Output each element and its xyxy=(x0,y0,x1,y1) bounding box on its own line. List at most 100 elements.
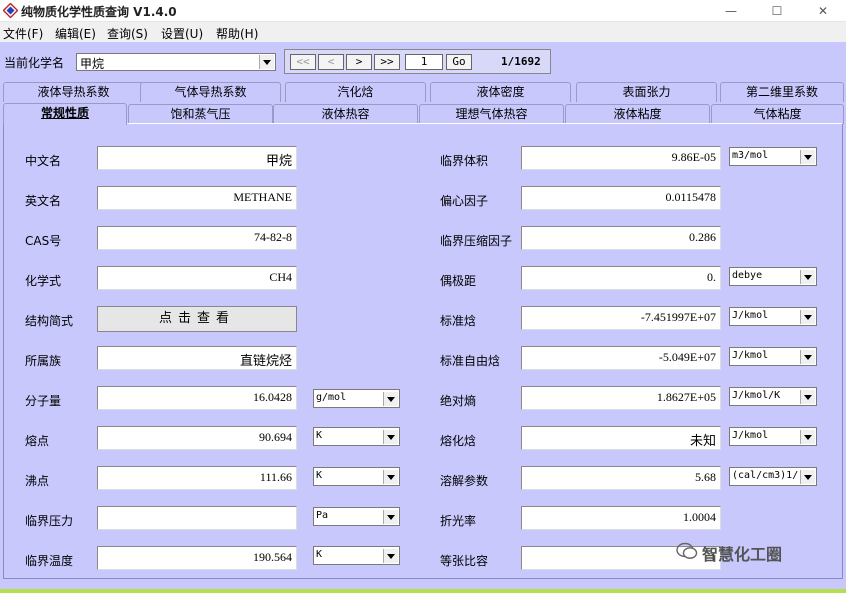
solubility-parameter-unit: (cal/cm3)1/ xyxy=(732,470,799,481)
critical-temperature-field[interactable]: 190.564 xyxy=(97,546,297,570)
tab-liquid-viscosity[interactable]: 液体粘度 xyxy=(565,104,710,124)
view-structure-button[interactable]: 点击查看 xyxy=(97,306,297,332)
solubility-parameter-field[interactable]: 5.68 xyxy=(521,466,721,490)
chevron-down-icon[interactable] xyxy=(383,430,398,444)
chinese-name-label: 中文名 xyxy=(25,154,62,168)
absolute-entropy-unit-select[interactable]: J/kmol/K xyxy=(729,387,817,406)
tab-liquid-density[interactable]: 液体密度 xyxy=(430,82,571,102)
melting-point-label: 熔点 xyxy=(25,434,50,448)
chevron-down-icon[interactable] xyxy=(383,510,398,524)
wechat-logo-icon xyxy=(676,542,698,559)
chemical-select-value: 甲烷 xyxy=(80,57,105,71)
english-name-value: METHANE xyxy=(233,190,292,204)
absolute-entropy-unit: J/kmol/K xyxy=(732,390,781,401)
acentric-factor-field[interactable]: 0.0115478 xyxy=(521,186,721,210)
standard-enthalpy-unit-select[interactable]: J/kmol xyxy=(729,307,817,326)
melting-point-value: 90.694 xyxy=(259,430,292,444)
dipole-moment-unit-select[interactable]: debye xyxy=(729,267,817,286)
critical-compressibility-label: 临界压缩因子 xyxy=(440,234,513,248)
absolute-entropy-field[interactable]: 1.8627E+05 xyxy=(521,386,721,410)
minimize-button[interactable]: — xyxy=(708,0,754,22)
critical-pressure-unit-select[interactable]: Pa xyxy=(313,507,400,526)
boiling-point-field[interactable]: 111.66 xyxy=(97,466,297,490)
cas-field[interactable]: 74-82-8 xyxy=(97,226,297,250)
standard-free-enthalpy-unit-select[interactable]: J/kmol xyxy=(729,347,817,366)
standard-enthalpy-value: -7.451997E+07 xyxy=(640,310,716,324)
next-record-button[interactable]: > xyxy=(346,54,372,70)
menu-file[interactable]: 文件(F) xyxy=(3,25,43,42)
tab-surface-tension[interactable]: 表面张力 xyxy=(576,82,717,102)
fusion-enthalpy-field[interactable]: 未知 xyxy=(521,426,721,450)
chevron-down-icon[interactable] xyxy=(800,430,815,444)
menu-bar: 文件(F) 编辑(E) 查询(S) 设置(U) 帮助(H) xyxy=(0,22,846,42)
solubility-parameter-unit-select[interactable]: (cal/cm3)1/ xyxy=(729,467,817,486)
chemical-select[interactable]: 甲烷 xyxy=(76,53,276,71)
melting-point-unit-select[interactable]: K xyxy=(313,427,400,446)
tab-liquid-heat-capacity[interactable]: 液体热容 xyxy=(273,104,418,124)
critical-volume-unit: m3/mol xyxy=(732,150,769,161)
go-button[interactable]: Go xyxy=(446,54,472,70)
record-navigator: << < > >> 1 Go 1/1692 xyxy=(284,49,551,74)
standard-enthalpy-label: 标准焓 xyxy=(440,314,477,328)
tab-general-properties[interactable]: 常规性质 xyxy=(3,103,127,125)
record-number-input[interactable]: 1 xyxy=(405,54,443,70)
critical-pressure-field[interactable] xyxy=(97,506,297,530)
critical-volume-field[interactable]: 9.86E-05 xyxy=(521,146,721,170)
chevron-down-icon[interactable] xyxy=(800,390,815,404)
standard-enthalpy-field[interactable]: -7.451997E+07 xyxy=(521,306,721,330)
last-record-button[interactable]: >> xyxy=(374,54,400,70)
chevron-down-icon[interactable] xyxy=(259,55,274,69)
title-bar: 纯物质化学性质查询 V1.4.0 — ☐ ✕ xyxy=(0,0,846,22)
tab-gas-viscosity[interactable]: 气体粘度 xyxy=(711,104,844,124)
acentric-factor-value: 0.0115478 xyxy=(665,190,716,204)
tab-gas-thermal-conductivity[interactable]: 气体导热系数 xyxy=(140,82,281,102)
chevron-down-icon[interactable] xyxy=(800,310,815,324)
chevron-down-icon[interactable] xyxy=(800,470,815,484)
dipole-moment-field[interactable]: 0. xyxy=(521,266,721,290)
boiling-point-unit-select[interactable]: K xyxy=(313,467,400,486)
critical-volume-unit-select[interactable]: m3/mol xyxy=(729,147,817,166)
family-field[interactable]: 直链烷烃 xyxy=(97,346,297,370)
tab-saturated-vapor-pressure[interactable]: 饱和蒸气压 xyxy=(128,104,273,124)
formula-label: 化学式 xyxy=(25,274,62,288)
chevron-down-icon[interactable] xyxy=(800,150,815,164)
tab-liquid-thermal-conductivity[interactable]: 液体导热系数 xyxy=(3,82,144,102)
chevron-down-icon[interactable] xyxy=(383,392,398,406)
molecular-weight-unit-select[interactable]: g/mol xyxy=(313,389,400,408)
menu-help[interactable]: 帮助(H) xyxy=(216,25,258,42)
fusion-enthalpy-label: 熔化焓 xyxy=(440,434,477,448)
chinese-name-field[interactable]: 甲烷 xyxy=(97,146,297,170)
chevron-down-icon[interactable] xyxy=(383,470,398,484)
tab-vaporization-enthalpy[interactable]: 汽化焓 xyxy=(285,82,426,102)
current-chemical-label: 当前化学名 xyxy=(4,56,65,70)
chevron-down-icon[interactable] xyxy=(383,549,398,563)
molecular-weight-field[interactable]: 16.0428 xyxy=(97,386,297,410)
close-button[interactable]: ✕ xyxy=(800,0,846,22)
tab-second-virial-coefficient[interactable]: 第二维里系数 xyxy=(720,82,844,102)
menu-edit[interactable]: 编辑(E) xyxy=(55,25,96,42)
solubility-parameter-label: 溶解参数 xyxy=(440,474,489,488)
english-name-field[interactable]: METHANE xyxy=(97,186,297,210)
prev-record-button[interactable]: < xyxy=(318,54,344,70)
critical-compressibility-field[interactable]: 0.286 xyxy=(521,226,721,250)
chevron-down-icon[interactable] xyxy=(800,270,815,284)
refractive-index-field[interactable]: 1.0004 xyxy=(521,506,721,530)
menu-settings[interactable]: 设置(U) xyxy=(161,25,203,42)
menu-query[interactable]: 查询(S) xyxy=(107,25,148,42)
maximize-button[interactable]: ☐ xyxy=(754,0,800,22)
chevron-down-icon[interactable] xyxy=(800,350,815,364)
critical-temperature-unit-select[interactable]: K xyxy=(313,546,400,565)
tab-ideal-gas-heat-capacity[interactable]: 理想气体热容 xyxy=(419,104,564,124)
formula-field[interactable]: CH4 xyxy=(97,266,297,290)
status-line xyxy=(0,589,846,593)
critical-temperature-label: 临界温度 xyxy=(25,554,74,568)
boiling-point-label: 沸点 xyxy=(25,474,50,488)
first-record-button[interactable]: << xyxy=(290,54,316,70)
boiling-point-value: 111.66 xyxy=(259,470,292,484)
watermark-text: 智慧化工圈 xyxy=(702,545,783,564)
fusion-enthalpy-unit-select[interactable]: J/kmol xyxy=(729,427,817,446)
melting-point-field[interactable]: 90.694 xyxy=(97,426,297,450)
standard-free-enthalpy-field[interactable]: -5.049E+07 xyxy=(521,346,721,370)
standard-free-enthalpy-unit: J/kmol xyxy=(732,350,769,361)
fusion-enthalpy-value: 未知 xyxy=(689,434,716,449)
